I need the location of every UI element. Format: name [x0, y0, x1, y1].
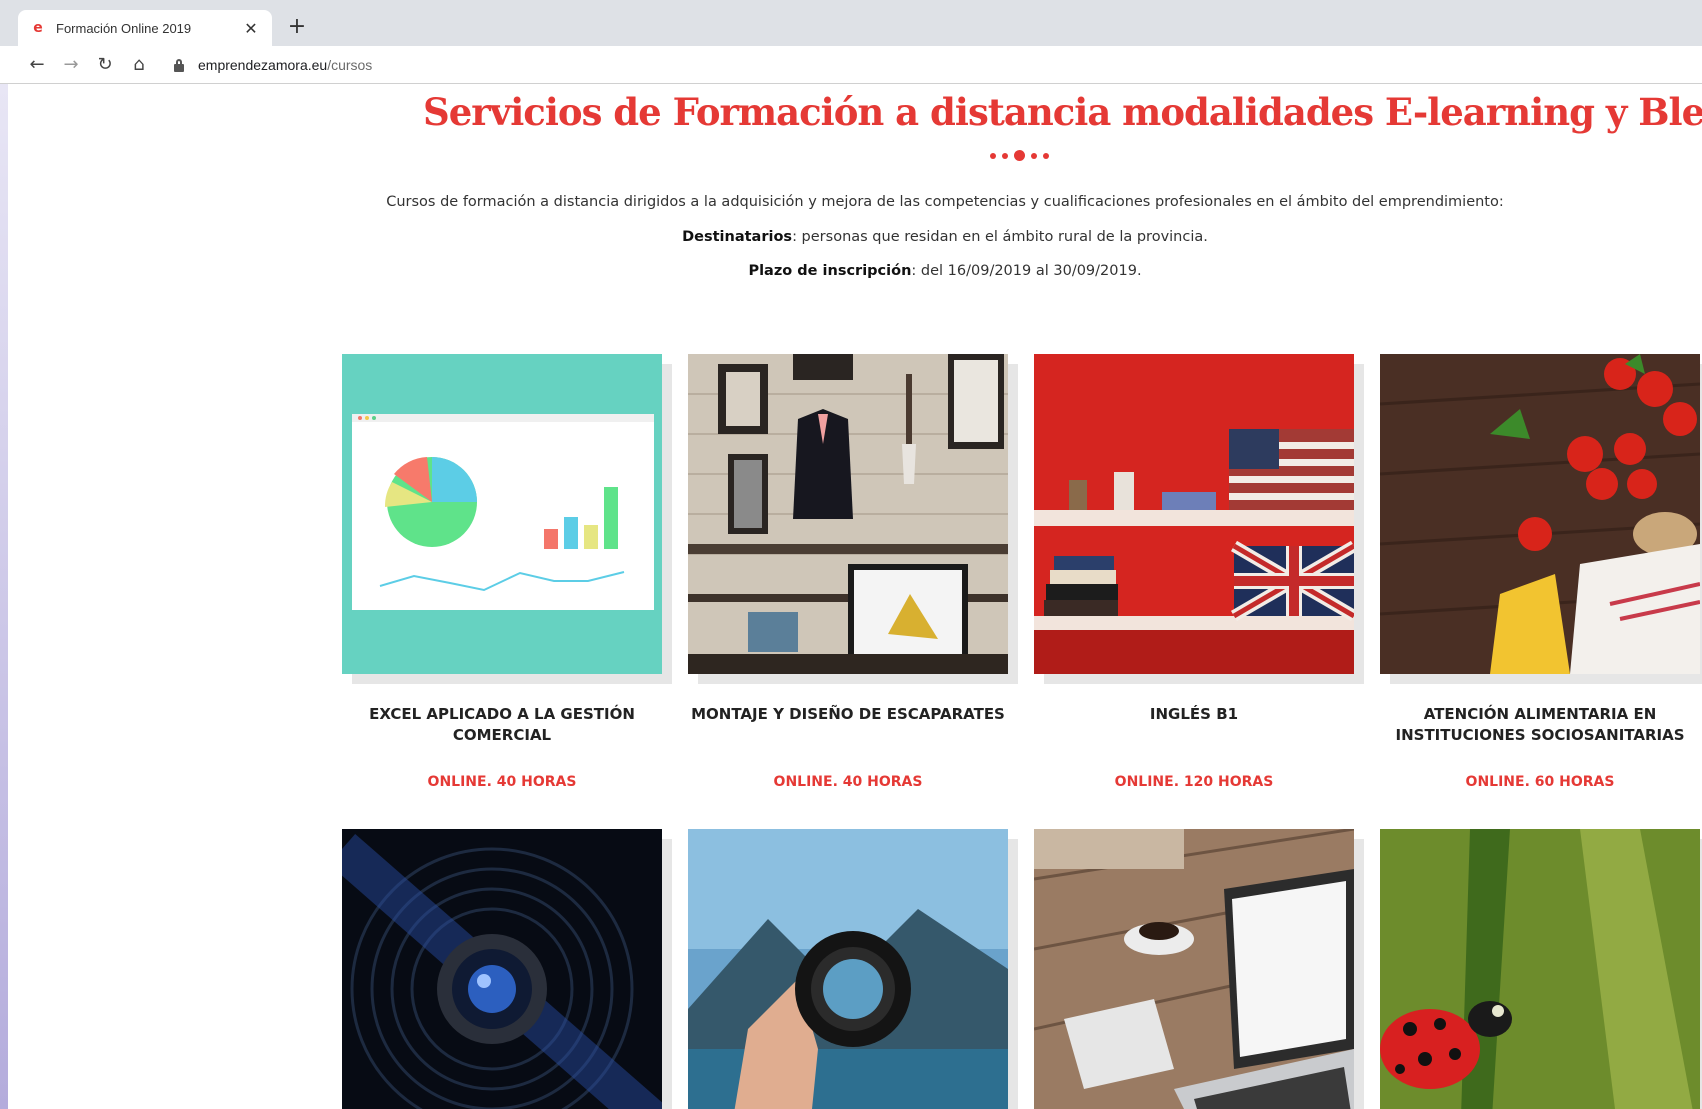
- browser-chrome: e Formación Online 2019 ✕ + ← → ↻ ⌂ empr…: [0, 0, 1702, 84]
- reload-button[interactable]: ↻: [88, 50, 122, 80]
- page-content: Servicios de Formación a distancia modal…: [8, 84, 1702, 1109]
- course-title[interactable]: MONTAJE Y DISEÑO DE ESCAPARATES: [678, 704, 1018, 725]
- laptop-desk-photo-icon: [1034, 829, 1354, 1109]
- course-image-lake[interactable]: [688, 829, 1008, 1109]
- course-card-7[interactable]: [1034, 829, 1354, 1109]
- dot: [1043, 152, 1049, 159]
- url-host: emprendezamora.eu: [198, 57, 328, 73]
- course-image-excel[interactable]: [342, 354, 662, 674]
- forward-button[interactable]: →: [54, 50, 88, 80]
- dot: [1002, 152, 1008, 159]
- ladybug-photo-icon: [1380, 829, 1700, 1109]
- plazo-label: Plazo de inscripción: [748, 263, 912, 279]
- lake-lens-photo-icon: [688, 829, 1008, 1109]
- dot: [1031, 152, 1037, 159]
- home-button[interactable]: ⌂: [122, 50, 156, 80]
- tab-title: Formación Online 2019: [56, 20, 192, 36]
- destinatarios-label: Destinatarios: [682, 229, 793, 245]
- destinatarios-text: : personas que residan en el ámbito rura…: [792, 229, 1208, 245]
- dot: [1014, 150, 1025, 161]
- course-card-6[interactable]: [688, 829, 1008, 1109]
- course-image-ingles[interactable]: [1034, 354, 1354, 674]
- tab-strip: e Formación Online 2019 ✕ +: [0, 0, 1702, 46]
- back-button[interactable]: ←: [20, 50, 54, 80]
- course-title[interactable]: INGLÉS B1: [1024, 704, 1364, 725]
- decorative-dots: [990, 150, 1049, 161]
- close-tab-icon[interactable]: ✕: [242, 19, 260, 38]
- site-favicon-icon: e: [33, 20, 43, 36]
- url-path: /cursos: [327, 57, 373, 73]
- dashboard-illustration-icon: [352, 414, 654, 610]
- camera-lens-photo-icon: [342, 829, 662, 1109]
- course-image-ladybug[interactable]: [1380, 829, 1700, 1109]
- course-card-8[interactable]: [1380, 829, 1700, 1109]
- shelves-photo-icon: [1034, 354, 1354, 674]
- course-image-laptop[interactable]: [1034, 829, 1354, 1109]
- course-meta: ONLINE. 40 HORAS: [427, 774, 577, 790]
- course-image-alimentaria[interactable]: [1380, 354, 1700, 674]
- browser-tab[interactable]: e Formación Online 2019 ✕: [18, 10, 272, 46]
- plazo-text: : del 16/09/2019 al 30/09/2019.: [911, 263, 1142, 279]
- plazo-line: Plazo de inscripción: del 16/09/2019 al …: [8, 263, 1702, 279]
- destinatarios-line: Destinatarios: personas que residan en e…: [8, 229, 1702, 245]
- browser-toolbar: ← → ↻ ⌂ emprendezamora.eu /cursos: [0, 46, 1702, 84]
- course-title[interactable]: EXCEL APLICADO A LA GESTIÓN COMERCIAL: [332, 704, 672, 746]
- course-image-lens[interactable]: [342, 829, 662, 1109]
- page-headline: Servicios de Formación a distancia modal…: [423, 90, 1702, 134]
- course-title[interactable]: ATENCIÓN ALIMENTARIA EN INSTITUCIONES SO…: [1370, 704, 1702, 746]
- course-meta: ONLINE. 120 HORAS: [1114, 774, 1274, 790]
- course-meta: ONLINE. 60 HORAS: [1465, 774, 1615, 790]
- food-photo-icon: [1380, 354, 1700, 674]
- course-card-ingles[interactable]: INGLÉS B1 ONLINE. 120 HORAS: [1034, 354, 1354, 790]
- course-card-escaparates[interactable]: MONTAJE Y DISEÑO DE ESCAPARATES ONLINE. …: [688, 354, 1008, 790]
- address-bar[interactable]: emprendezamora.eu /cursos: [160, 50, 1702, 80]
- new-tab-button[interactable]: +: [284, 14, 310, 40]
- shop-window-photo-icon: [688, 354, 1008, 674]
- course-card-5[interactable]: [342, 829, 662, 1109]
- course-meta: ONLINE. 40 HORAS: [773, 774, 923, 790]
- lock-icon[interactable]: [172, 58, 186, 72]
- course-card-excel[interactable]: EXCEL APLICADO A LA GESTIÓN COMERCIAL ON…: [342, 354, 662, 790]
- course-image-escaparates[interactable]: [688, 354, 1008, 674]
- window-edge: [0, 84, 8, 1109]
- dot: [990, 152, 996, 159]
- course-card-alimentaria[interactable]: ATENCIÓN ALIMENTARIA EN INSTITUCIONES SO…: [1380, 354, 1700, 790]
- intro-text: Cursos de formación a distancia dirigido…: [386, 194, 1504, 210]
